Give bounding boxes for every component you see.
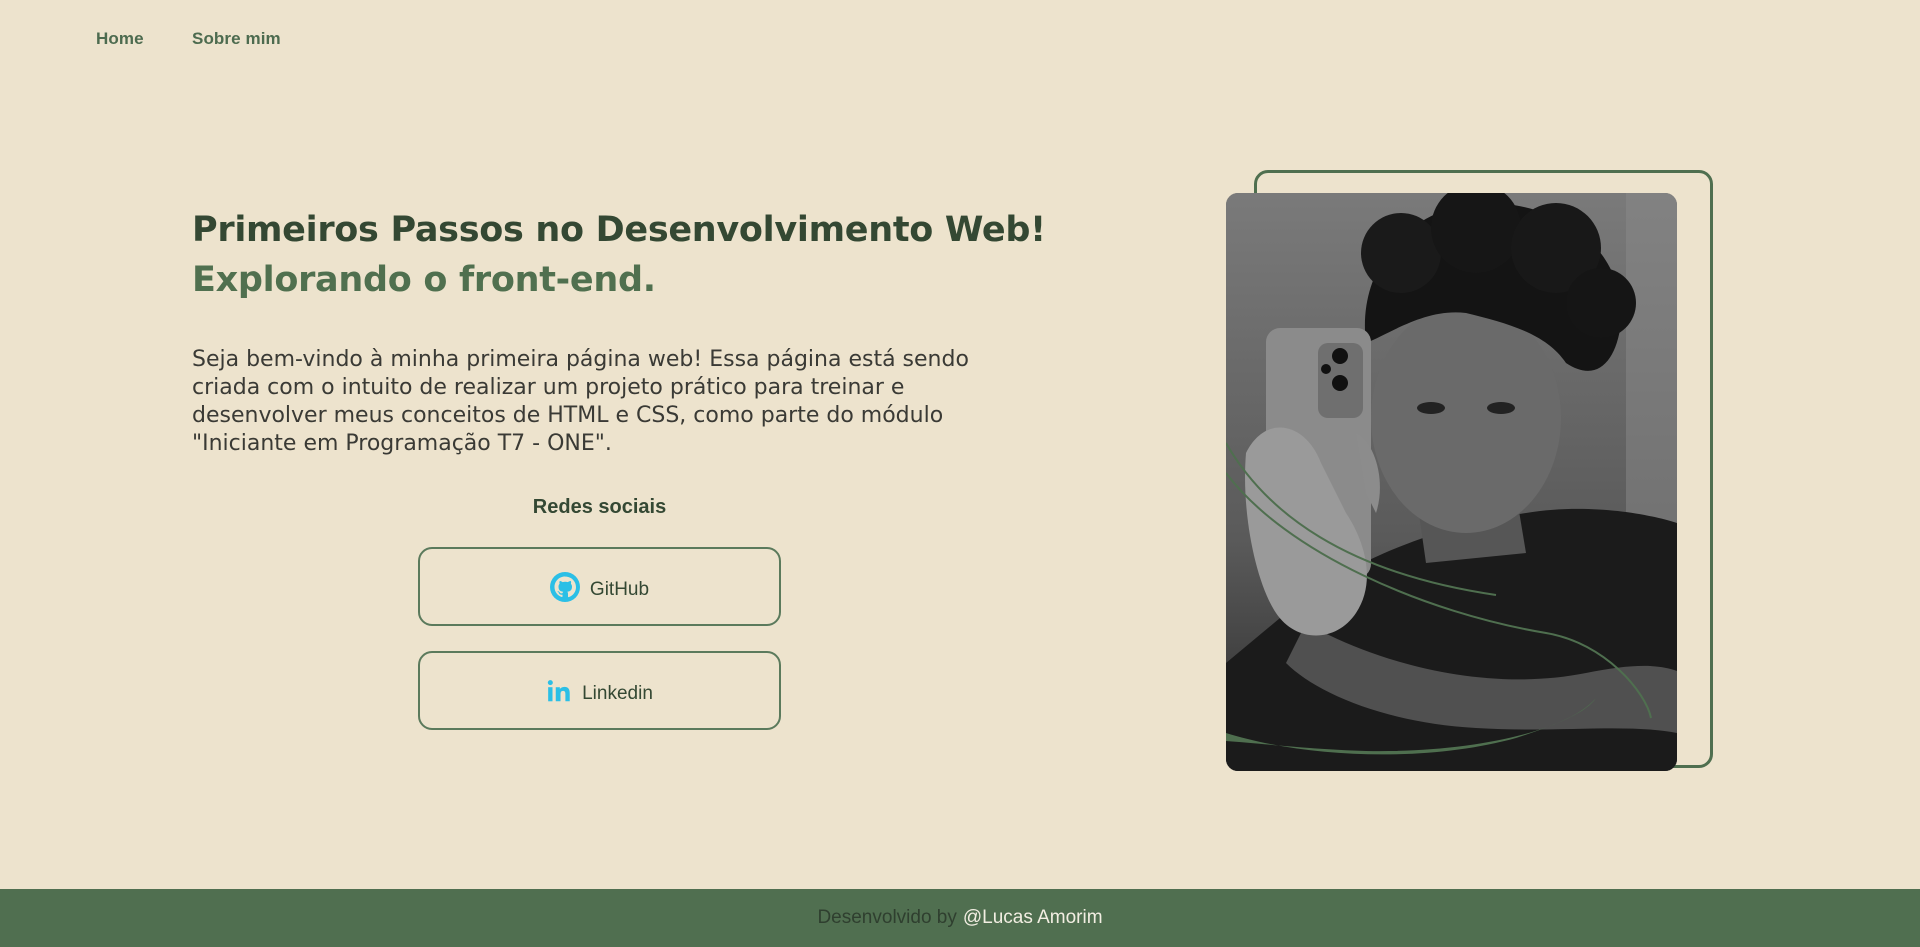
- page: Home Sobre mim Primeiros Passos no Desen…: [0, 0, 1920, 947]
- nav-link-home[interactable]: Home: [96, 29, 144, 49]
- social-heading: Redes sociais: [532, 496, 667, 518]
- footer: Desenvolvido by @Lucas Amorim: [0, 889, 1920, 947]
- github-button[interactable]: GitHub: [418, 547, 781, 626]
- top-nav: Home Sobre mim: [0, 0, 1920, 80]
- nav-link-about[interactable]: Sobre mim: [192, 29, 281, 49]
- page-title: Primeiros Passos no Desenvolvimento Web!: [192, 210, 1046, 250]
- profile-photo-illustration: [1226, 193, 1677, 771]
- page-subtitle: Explorando o front-end.: [192, 260, 656, 300]
- linkedin-icon: [546, 678, 572, 704]
- footer-prefix: Desenvolvido by: [817, 907, 957, 928]
- linkedin-button-label: Linkedin: [582, 682, 653, 704]
- linkedin-button[interactable]: Linkedin: [418, 651, 781, 730]
- profile-photo: [1226, 193, 1677, 771]
- github-icon: [549, 571, 580, 602]
- github-button-label: GitHub: [589, 578, 650, 600]
- footer-author-link[interactable]: @Lucas Amorim: [963, 907, 1103, 929]
- intro-paragraph: Seja bem-vindo à minha primeira página w…: [192, 347, 969, 456]
